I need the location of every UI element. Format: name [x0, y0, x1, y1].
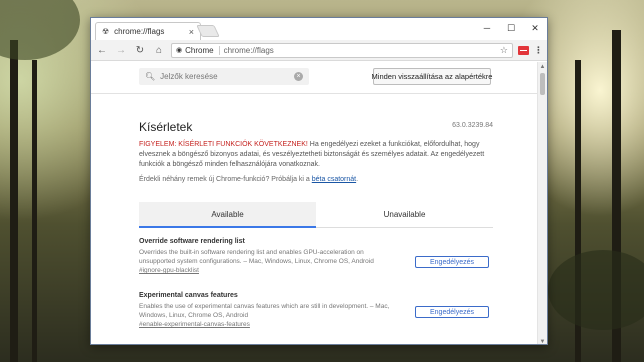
- flag-search-input[interactable]: 🔍︎ Jelzők keresése ×: [139, 68, 309, 85]
- desktop-foliage: [0, 0, 80, 60]
- tab-unavailable[interactable]: Unavailable: [316, 202, 493, 228]
- title-bar: ☢ chrome://flags × ─ ☐ ✕: [91, 18, 547, 40]
- address-bar[interactable]: ◉ Chrome chrome://flags ☆: [171, 42, 513, 58]
- warning-message: FIGYELEM: KÍSÉRLETI FUNKCIÓK KÖVETKEZNEK…: [139, 140, 493, 170]
- flag-title: Experimental canvas features: [139, 292, 238, 299]
- flag-description: Overrides the built-in software renderin…: [139, 249, 374, 265]
- flag-description: Enables the use of experimental canvas f…: [139, 303, 390, 319]
- version-label: 63.0.3239.84: [452, 122, 493, 129]
- search-placeholder: Jelzők keresése: [160, 72, 218, 81]
- page-title: Kísérletek: [139, 120, 193, 134]
- clear-search-icon[interactable]: ×: [294, 72, 303, 81]
- flag-title: Override software rendering list: [139, 238, 245, 245]
- bookmark-star-icon[interactable]: ☆: [500, 45, 508, 56]
- tab-close-icon[interactable]: ×: [189, 27, 194, 37]
- desktop-foliage: [548, 250, 644, 330]
- page-scrollbar[interactable]: ▲ ▼: [537, 62, 547, 345]
- scroll-down-icon[interactable]: ▼: [538, 337, 547, 345]
- reload-icon[interactable]: ↻: [133, 43, 147, 57]
- reset-all-button[interactable]: Minden visszaállítása az alapértékre: [372, 68, 492, 85]
- minimize-button[interactable]: ─: [475, 18, 499, 38]
- flags-tabs: Available Unavailable: [139, 202, 493, 228]
- enable-button[interactable]: Engedélyezés: [415, 256, 489, 268]
- browser-tab[interactable]: ☢ chrome://flags ×: [95, 22, 201, 40]
- close-window-button[interactable]: ✕: [523, 18, 547, 38]
- chrome-menu-icon[interactable]: ⋮: [534, 45, 543, 56]
- site-info-label: Chrome: [185, 45, 214, 55]
- tab-title: chrome://flags: [114, 27, 165, 36]
- window-controls: ─ ☐ ✕: [475, 18, 547, 38]
- beta-channel-link[interactable]: béta csatornát: [312, 176, 356, 183]
- site-info-chip[interactable]: ◉ Chrome: [176, 45, 220, 55]
- browser-window: ☢ chrome://flags × ─ ☐ ✕ ← → ↻ ⌂ ◉ Chrom…: [90, 17, 548, 345]
- chrome-icon: ◉: [176, 47, 183, 54]
- url-text: chrome://flags: [223, 45, 274, 55]
- flag-entry: Override software rendering list Overrid…: [139, 238, 493, 274]
- enable-button[interactable]: Engedélyezés: [415, 306, 489, 318]
- extension-icon[interactable]: [518, 45, 529, 55]
- browser-toolbar: ← → ↻ ⌂ ◉ Chrome chrome://flags ☆ ⋮: [91, 40, 547, 61]
- beta-note: Érdekli néhány remek új Chrome-funkció? …: [139, 176, 358, 183]
- search-icon: 🔍︎: [145, 72, 156, 81]
- warning-heading: FIGYELEM: KÍSÉRLETI FUNKCIÓK KÖVETKEZNEK…: [139, 141, 308, 148]
- maximize-button[interactable]: ☐: [499, 18, 523, 38]
- beta-note-end: .: [356, 176, 359, 183]
- beta-note-text: Érdekli néhány remek új Chrome-funkció? …: [139, 176, 312, 183]
- scroll-thumb[interactable]: [540, 73, 545, 95]
- forward-icon[interactable]: →: [114, 43, 128, 57]
- tab-available[interactable]: Available: [139, 202, 316, 228]
- scroll-up-icon[interactable]: ▲: [538, 62, 547, 71]
- back-icon[interactable]: ←: [95, 43, 109, 57]
- flags-header: 🔍︎ Jelzők keresése × Minden visszaállítá…: [91, 62, 539, 94]
- flag-hash-link[interactable]: #ignore-gpu-blacklist: [139, 267, 493, 274]
- flask-icon: ☢: [102, 27, 110, 36]
- desktop-tree-trunk: [10, 40, 18, 362]
- flag-hash-link[interactable]: #enable-experimental-canvas-features: [139, 321, 493, 328]
- home-icon[interactable]: ⌂: [152, 43, 166, 57]
- flag-entry: Experimental canvas features Enables the…: [139, 292, 493, 328]
- desktop-tree-trunk: [32, 60, 37, 362]
